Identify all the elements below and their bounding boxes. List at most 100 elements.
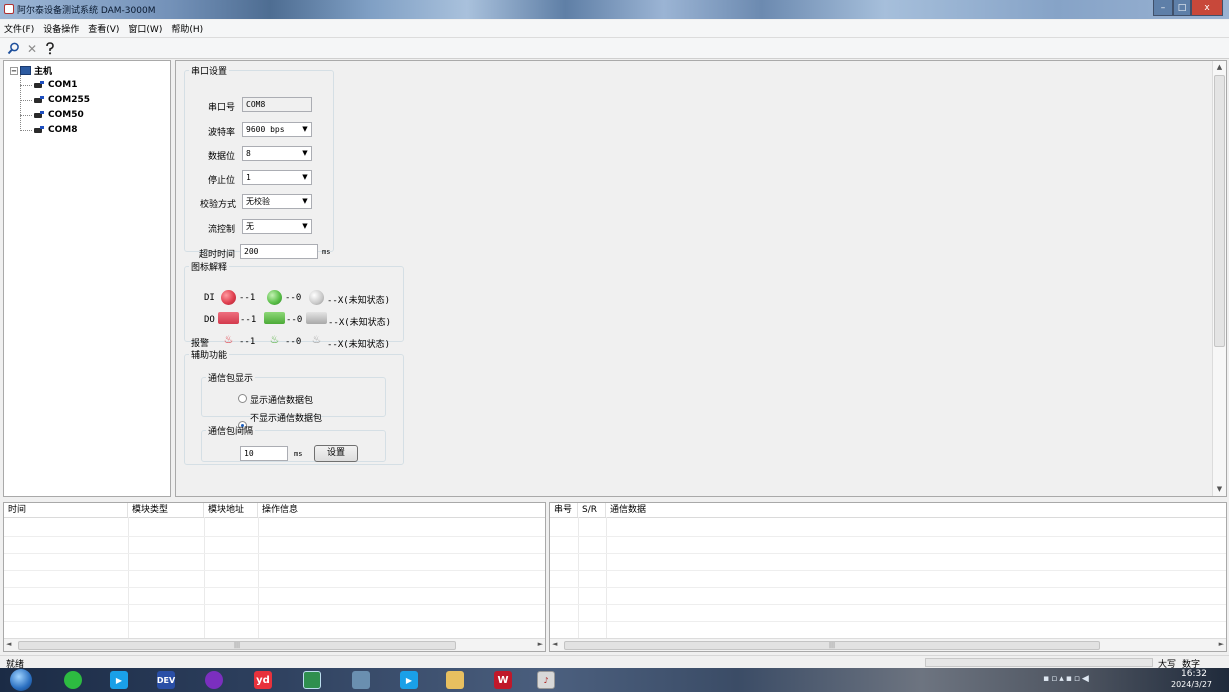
tree-connector xyxy=(20,85,32,86)
show-packets-label[interactable]: 显示通信数据包 xyxy=(250,393,313,406)
wps-icon[interactable]: W xyxy=(494,671,512,689)
parity-value: 无校验 xyxy=(246,197,270,206)
tray-icons[interactable]: ▪▫▴▪▫◀ xyxy=(1043,674,1091,684)
scroll-right-icon[interactable]: ► xyxy=(1219,640,1224,648)
tree-item-com50[interactable]: COM50 xyxy=(34,110,84,120)
youdao-icon[interactable]: yd xyxy=(254,671,272,689)
clock-date: 2024/3/27 xyxy=(1171,680,1213,689)
close-icon[interactable]: ✕ xyxy=(24,41,40,56)
timeout-input[interactable]: 200 xyxy=(240,244,318,259)
do-zero-text: --0 xyxy=(286,315,303,325)
di-on-icon xyxy=(221,290,236,305)
maximize-button[interactable]: □ xyxy=(1173,0,1191,16)
show-packets-radio[interactable] xyxy=(238,394,247,403)
baud-label: 波特率 xyxy=(208,128,236,138)
databits-select[interactable]: 8 ▼ xyxy=(242,146,312,161)
minimize-button[interactable]: – xyxy=(1153,0,1173,16)
dropdown-arrow-icon: ▼ xyxy=(302,197,308,205)
tree-root-label: 主机 xyxy=(34,67,53,77)
folder-icon[interactable] xyxy=(446,671,464,689)
dropdown-arrow-icon: ▼ xyxy=(302,125,308,133)
app-arrow-icon[interactable]: ▶ xyxy=(110,671,128,689)
scrollbar-thumb[interactable]: ||| xyxy=(18,641,456,650)
dam-app-icon[interactable]: ♪ xyxy=(537,671,555,689)
close-button[interactable]: x xyxy=(1191,0,1223,16)
dropdown-arrow-icon: ▼ xyxy=(302,222,308,230)
window-controls: – □ x xyxy=(1153,0,1223,16)
menu-file[interactable]: 文件(F) xyxy=(4,22,34,35)
interval-group: 通信包间隔 10 ms 设置 xyxy=(201,424,386,462)
set-button[interactable]: 设置 xyxy=(314,445,358,462)
header-divider xyxy=(4,517,545,518)
di-off-icon xyxy=(267,290,282,305)
di-unknown-icon xyxy=(309,290,324,305)
baud-select[interactable]: 9600 bps ▼ xyxy=(242,122,312,137)
menu-view[interactable]: 查看(V) xyxy=(88,22,119,35)
timeout-label: 超时时间 xyxy=(199,250,236,260)
app-arrow-icon[interactable]: ▶ xyxy=(400,671,418,689)
scrollbar-thumb[interactable]: ||| xyxy=(564,641,1100,650)
calculator-icon[interactable] xyxy=(352,671,370,689)
scroll-up-icon[interactable]: ▲ xyxy=(1213,61,1226,74)
serial-port-icon xyxy=(34,96,44,104)
column-header-module-type[interactable]: 模块类型 xyxy=(128,503,204,517)
parity-select[interactable]: 无校验 ▼ xyxy=(242,194,312,209)
wechat-icon[interactable] xyxy=(64,671,82,689)
horizontal-scrollbar[interactable]: ◄ ||| ► xyxy=(550,638,1226,651)
column-header-module-address[interactable]: 模块地址 xyxy=(204,503,258,517)
help-icon[interactable] xyxy=(42,41,58,56)
display-legend: 通信包显示 xyxy=(208,374,254,384)
menu-bar: 文件(F) 设备操作 查看(V) 窗口(W) 帮助(H) xyxy=(0,20,1229,38)
tree-item-com255[interactable]: COM255 xyxy=(34,95,90,105)
tree-item-com1[interactable]: COM1 xyxy=(34,80,77,90)
stopbits-label: 停止位 xyxy=(208,176,236,186)
parity-label: 校验方式 xyxy=(200,200,237,210)
grid-line xyxy=(4,570,545,571)
flow-select[interactable]: 无 ▼ xyxy=(242,219,312,234)
do-unknown-text: --X(未知状态) xyxy=(328,318,392,328)
vertical-scrollbar[interactable]: ▲ ▼ xyxy=(1212,61,1226,496)
header-divider xyxy=(550,517,1226,518)
menu-device[interactable]: 设备操作 xyxy=(43,22,79,35)
scroll-left-icon[interactable]: ◄ xyxy=(6,640,11,648)
tree-item-com8[interactable]: COM8 xyxy=(34,125,77,135)
column-header-operation[interactable]: 操作信息 xyxy=(258,503,545,517)
port-field: COM8 xyxy=(242,97,312,112)
monitor-app-icon[interactable] xyxy=(303,671,321,689)
menu-window[interactable]: 窗口(W) xyxy=(128,22,162,35)
window-title: 阿尔泰设备测试系统 DAM-3000M xyxy=(17,6,156,16)
scrollbar-thumb[interactable] xyxy=(1214,75,1225,347)
databits-value: 8 xyxy=(246,149,251,158)
menu-help[interactable]: 帮助(H) xyxy=(171,22,203,35)
title-bar[interactable]: 阿尔泰设备测试系统 DAM-3000M – □ x xyxy=(0,0,1229,19)
hide-packets-label[interactable]: 不显示通信数据包 xyxy=(250,411,322,424)
app-icon xyxy=(4,4,14,14)
column-header-time[interactable]: 时间 xyxy=(4,503,128,517)
column-header-sr[interactable]: S/R xyxy=(578,503,606,517)
di-one-text: --1 xyxy=(239,293,256,303)
scroll-right-icon[interactable]: ► xyxy=(538,640,543,648)
flow-label: 流控制 xyxy=(208,225,236,235)
do-unknown-icon xyxy=(306,312,327,324)
column-header-serial[interactable]: 串号 xyxy=(550,503,578,517)
di-zero-text: --0 xyxy=(285,293,302,303)
collapse-icon[interactable]: − xyxy=(10,66,18,75)
horizontal-scrollbar[interactable]: ◄ ||| ► xyxy=(4,638,545,651)
start-button[interactable] xyxy=(10,669,32,691)
timeout-unit: ms xyxy=(322,248,331,256)
column-header-comm-data[interactable]: 通信数据 xyxy=(606,503,1226,517)
icon-legend-legend: 图标解释 xyxy=(191,263,228,273)
port-label: 串口号 xyxy=(208,103,236,113)
dropdown-arrow-icon: ▼ xyxy=(302,173,308,181)
interval-input[interactable]: 10 xyxy=(240,446,288,461)
dev-icon[interactable]: DEV xyxy=(157,671,175,689)
tree-root[interactable]: − 主机 xyxy=(10,64,52,77)
app-eye-icon[interactable] xyxy=(205,671,223,689)
search-icon[interactable] xyxy=(5,41,21,56)
icon-legend-group: 图标解释 DI --1 --0 --X(未知状态) DO --1 --0 --X… xyxy=(184,260,404,350)
dropdown-arrow-icon: ▼ xyxy=(302,149,308,157)
scroll-left-icon[interactable]: ◄ xyxy=(552,640,557,648)
stopbits-select[interactable]: 1 ▼ xyxy=(242,170,312,185)
flow-value: 无 xyxy=(246,222,254,231)
scroll-down-icon[interactable]: ▼ xyxy=(1213,483,1226,496)
